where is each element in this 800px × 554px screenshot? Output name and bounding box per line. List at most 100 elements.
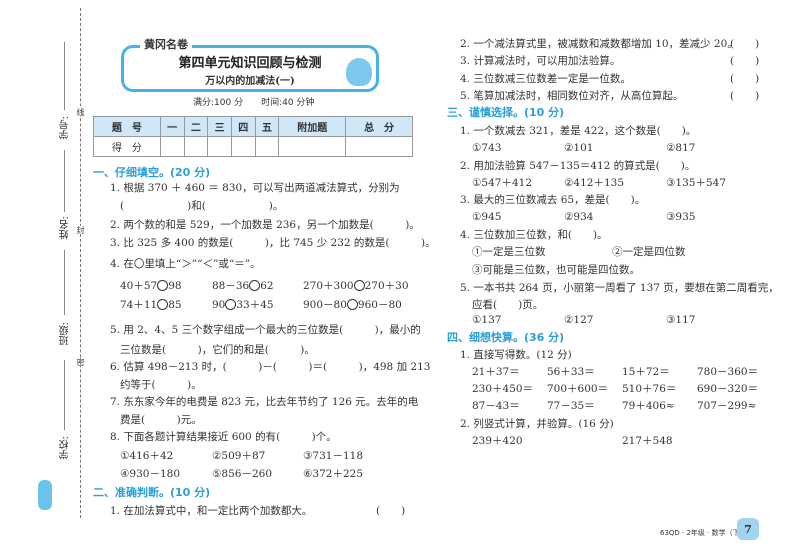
- score-cell[interactable]: [345, 136, 413, 157]
- class-line: [64, 250, 65, 315]
- question: 3. 比 325 多 400 的数是( )，比 745 少 232 的数是( )…: [110, 237, 436, 249]
- page-number: 7: [737, 518, 759, 540]
- cut-mark: 封: [75, 226, 86, 234]
- option: ②412＋135: [564, 177, 624, 189]
- option: ④930－180: [120, 468, 180, 480]
- calc-item: 87－43＝: [472, 400, 520, 412]
- student-id-line: [64, 42, 65, 110]
- answer-circle[interactable]: [346, 299, 358, 310]
- rabbit-mascot-icon: [346, 58, 372, 86]
- question-cont: 三位数是( )，它们的和是( )。: [120, 344, 315, 356]
- section-1-title: 一、仔细填空。(20 分): [93, 166, 211, 179]
- row-label: 得 分: [93, 136, 161, 157]
- score-cell[interactable]: [207, 136, 232, 157]
- question: 6. 估算 498－213 时，( )－( )＝( )，498 加 213: [110, 361, 431, 373]
- question-cont: 费是( )元。: [120, 414, 202, 426]
- answer-circle[interactable]: [225, 299, 237, 310]
- question: 1. 根据 370 ＋ 460 ＝ 830，可以写出两道减法算式，分别为: [110, 182, 400, 194]
- option: ③731－118: [303, 450, 363, 462]
- col-header: 二: [183, 116, 209, 137]
- footer-text: 63QD · 2年级 · 数学（下）: [660, 529, 747, 537]
- question: 1. 一个数减去 321，差是 422，这个数是( )。: [460, 125, 697, 137]
- option: ②101: [564, 142, 594, 154]
- answer-paren[interactable]: ( ): [376, 504, 405, 518]
- question: 4. 三位数加三位数，和( )。: [460, 229, 608, 241]
- question: 2. 列竖式计算，并验算。(16 分): [460, 418, 614, 430]
- option: ③可能是三位数，也可能是四位数。: [472, 264, 640, 276]
- option: ③117: [666, 314, 696, 326]
- option: ②817: [666, 142, 696, 154]
- option: ③135＋547: [666, 177, 726, 189]
- calc-item: 690－320＝: [697, 383, 759, 395]
- answer-circle[interactable]: [157, 299, 169, 310]
- compare-item: 74＋11 85: [120, 299, 182, 311]
- judgement-item: 2. 一个减法算式里，被减数和减数都增加 10，差减少 20。: [460, 38, 738, 50]
- option: ②127: [564, 314, 594, 326]
- mascot-pen-icon: [38, 480, 52, 510]
- calc-item: 15＋72＝: [622, 366, 670, 378]
- option: ①743: [472, 142, 502, 154]
- answer-circle[interactable]: [157, 280, 169, 291]
- col-header: 题 号: [93, 116, 161, 137]
- question: 2. 用加法验算 547－135＝412 的算式是( )。: [460, 160, 696, 172]
- calc-item: 230＋450＝: [472, 383, 534, 395]
- col-header: 四: [230, 116, 256, 137]
- school-line: [64, 360, 65, 430]
- col-header: 五: [254, 116, 280, 137]
- school-label: 学校:: [60, 436, 71, 460]
- option: ①945: [472, 211, 502, 223]
- score-cell[interactable]: [230, 136, 256, 157]
- answer-paren[interactable]: ( ): [730, 72, 759, 86]
- compare-item: 40＋57 98: [120, 280, 182, 292]
- calc-item: 780－360＝: [697, 366, 759, 378]
- compare-item: 88－36 62: [212, 280, 274, 292]
- answer-paren[interactable]: ( ): [730, 37, 759, 51]
- score-table: 题 号一二三四五附加题总 分 得 分: [93, 116, 413, 157]
- question-cont: 约等于( )。: [120, 379, 202, 391]
- col-header: 附加题: [278, 116, 347, 137]
- question: 3. 最大的三位数减去 65，差是( )。: [460, 194, 646, 206]
- calc-item: 56＋33＝: [547, 366, 595, 378]
- answer-paren[interactable]: ( ): [730, 89, 759, 103]
- option: ①416＋42: [120, 450, 174, 462]
- question: 2. 两个数的和是 529，一个加数是 236，另一个加数是( )。: [110, 219, 420, 231]
- option: ①547＋412: [472, 177, 532, 189]
- vertical-calc: 217＋548: [622, 435, 673, 447]
- judgement-item: 4. 三位数减三位数差一定是一位数。: [460, 73, 631, 85]
- cut-mark: 密: [75, 358, 86, 366]
- score-cell[interactable]: [159, 136, 185, 157]
- exam-meta: 满分:100 分 时间:40 分钟: [193, 98, 315, 108]
- question: 1. 直接写得数。(12 分): [460, 349, 572, 361]
- option: ③935: [666, 211, 696, 223]
- option: ①一定是三位数: [472, 246, 546, 258]
- answer-circle[interactable]: [353, 280, 365, 291]
- score-cell[interactable]: [254, 136, 280, 157]
- question: 5. 一本书共 264 页，小丽第一周看了 137 页，要想在第二周看完，: [460, 282, 779, 294]
- class-label: 班级:: [60, 322, 71, 346]
- judgement-item: 1. 在加法算式中，和一定比两个加数都大。: [110, 505, 313, 517]
- option: ⑤856－260: [212, 468, 272, 480]
- answer-circle[interactable]: [249, 280, 261, 291]
- calc-item: 510＋76＝: [622, 383, 677, 395]
- option: ②一定是四位数: [612, 246, 686, 258]
- question-cont: 应看( )页。: [472, 299, 544, 311]
- option: ⑥372＋225: [303, 468, 363, 480]
- vertical-calc: 239＋420: [472, 435, 523, 447]
- question: 4. 在〇里填上“＞”“＜”或“＝”。: [110, 258, 261, 270]
- section-4-title: 四、细想快算。(36 分): [447, 331, 565, 344]
- score-cell[interactable]: [278, 136, 347, 157]
- calc-item: 707－299≈: [697, 400, 757, 412]
- section-2-title: 二、准确判断。(10 分): [93, 486, 211, 499]
- question: 5. 用 2、4、5 三个数字组成一个最大的三位数是( )，最小的: [110, 324, 421, 336]
- judgement-item: 3. 计算减法时，可以用加法验算。: [460, 55, 621, 67]
- calc-item: 79＋406≈: [622, 400, 675, 412]
- answer-paren[interactable]: ( ): [730, 54, 759, 68]
- col-header: 一: [159, 116, 185, 137]
- compare-item: 90 33＋45: [212, 299, 274, 311]
- question: 8. 下面各题计算结果接近 600 的有( )个。: [110, 431, 337, 443]
- score-cell[interactable]: [183, 136, 209, 157]
- cut-line: [80, 8, 81, 518]
- cut-mark: 线: [75, 108, 86, 116]
- calc-item: 700＋600＝: [547, 383, 609, 395]
- question: 7. 东东家今年的电费是 823 元，比去年节约了 126 元。去年的电: [110, 396, 419, 408]
